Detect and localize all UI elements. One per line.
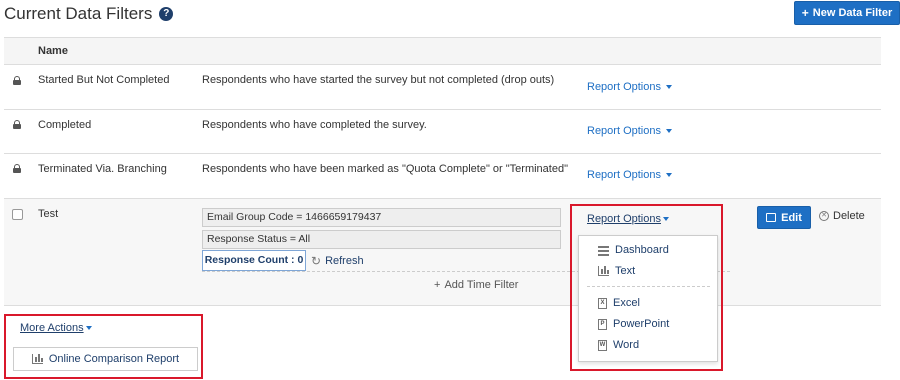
lock-icon xyxy=(13,76,21,85)
filter-description: Respondents who have started the survey … xyxy=(202,74,555,86)
table-row: Completed Respondents who have completed… xyxy=(4,110,881,154)
caret-down-icon xyxy=(665,129,672,133)
response-count-button[interactable]: Response Count : 0 xyxy=(202,250,306,271)
page-title: Current Data Filters ? xyxy=(4,4,174,24)
column-header-name: Name xyxy=(38,45,68,57)
plus-icon: + xyxy=(801,6,809,20)
filter-name: Test xyxy=(38,208,59,220)
new-data-filter-button[interactable]: + New Data Filter xyxy=(794,1,900,25)
report-options-link[interactable]: Report Options xyxy=(587,169,672,181)
highlight-box-more-actions xyxy=(4,314,203,379)
refresh-icon: ↻ xyxy=(311,254,322,268)
add-time-filter-label: Add Time Filter xyxy=(444,279,519,291)
caret-down-icon xyxy=(665,85,672,89)
filter-description: Respondents who have completed the surve… xyxy=(202,119,427,131)
report-options-label: Report Options xyxy=(587,169,661,181)
delete-link[interactable]: ✕ Delete xyxy=(819,210,865,222)
report-options-link[interactable]: Report Options xyxy=(587,125,672,137)
filter-condition: Response Status = All xyxy=(202,230,561,249)
table-row: Started But Not Completed Respondents wh… xyxy=(4,65,881,110)
caret-down-icon xyxy=(665,173,672,177)
lock-icon xyxy=(13,164,21,173)
page-title-text: Current Data Filters xyxy=(4,4,153,23)
new-data-filter-label: New Data Filter xyxy=(812,7,893,19)
refresh-link[interactable]: ↻ Refresh xyxy=(311,254,364,268)
report-options-label: Report Options xyxy=(587,125,661,137)
filter-name: Completed xyxy=(38,119,92,131)
table-row: Terminated Via. Branching Respondents wh… xyxy=(4,154,881,199)
plus-icon: + xyxy=(434,279,441,291)
help-icon[interactable]: ? xyxy=(159,7,174,21)
refresh-label: Refresh xyxy=(325,255,364,267)
lock-icon xyxy=(13,120,21,129)
filters-table: Name Started But Not Completed Responden… xyxy=(4,37,881,306)
close-circle-icon: ✕ xyxy=(819,211,829,221)
report-options-link[interactable]: Report Options xyxy=(587,81,672,93)
edit-button[interactable]: Edit xyxy=(757,206,811,229)
highlight-box-report-options xyxy=(570,204,723,371)
table-row-custom: Test Email Group Code = 1466659179437 Re… xyxy=(4,199,881,306)
row-checkbox[interactable] xyxy=(12,209,23,220)
filter-description: Respondents who have been marked as "Quo… xyxy=(202,163,568,175)
table-header: Name xyxy=(4,37,881,65)
filter-name: Started But Not Completed xyxy=(38,74,170,86)
add-time-filter-link[interactable]: + Add Time Filter xyxy=(434,279,518,291)
filter-condition: Email Group Code = 1466659179437 xyxy=(202,208,561,227)
delete-label: Delete xyxy=(833,210,865,222)
filter-name: Terminated Via. Branching xyxy=(38,163,167,175)
edit-icon xyxy=(766,213,777,222)
report-options-label: Report Options xyxy=(587,81,661,93)
edit-label: Edit xyxy=(781,211,802,224)
